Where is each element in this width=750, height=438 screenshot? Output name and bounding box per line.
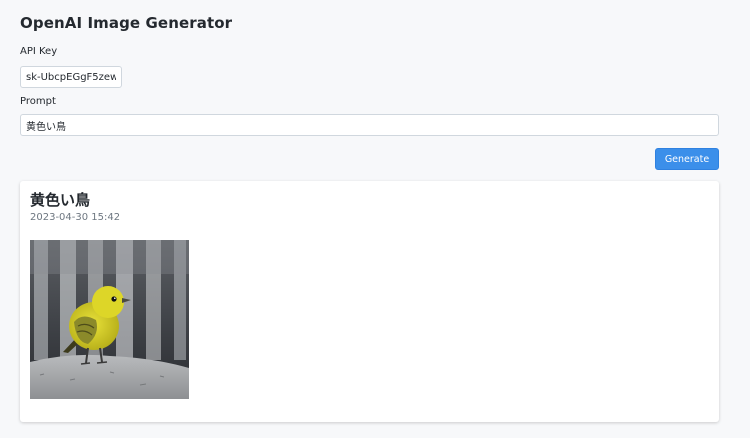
result-title: 黄色い鳥	[30, 191, 91, 209]
prompt-input[interactable]	[20, 114, 719, 136]
generated-image	[30, 240, 189, 399]
result-card: 黄色い鳥 2023-04-30 15:42	[20, 181, 719, 422]
api-key-input[interactable]	[20, 66, 122, 88]
yellow-bird-image	[30, 240, 189, 399]
generate-button[interactable]: Generate	[655, 148, 719, 170]
api-key-label: API Key	[20, 46, 58, 57]
app-page: OpenAI Image Generator API Key Prompt Ge…	[0, 0, 750, 438]
prompt-label: Prompt	[20, 96, 56, 107]
result-timestamp: 2023-04-30 15:42	[30, 212, 121, 223]
page-title: OpenAI Image Generator	[20, 14, 233, 32]
